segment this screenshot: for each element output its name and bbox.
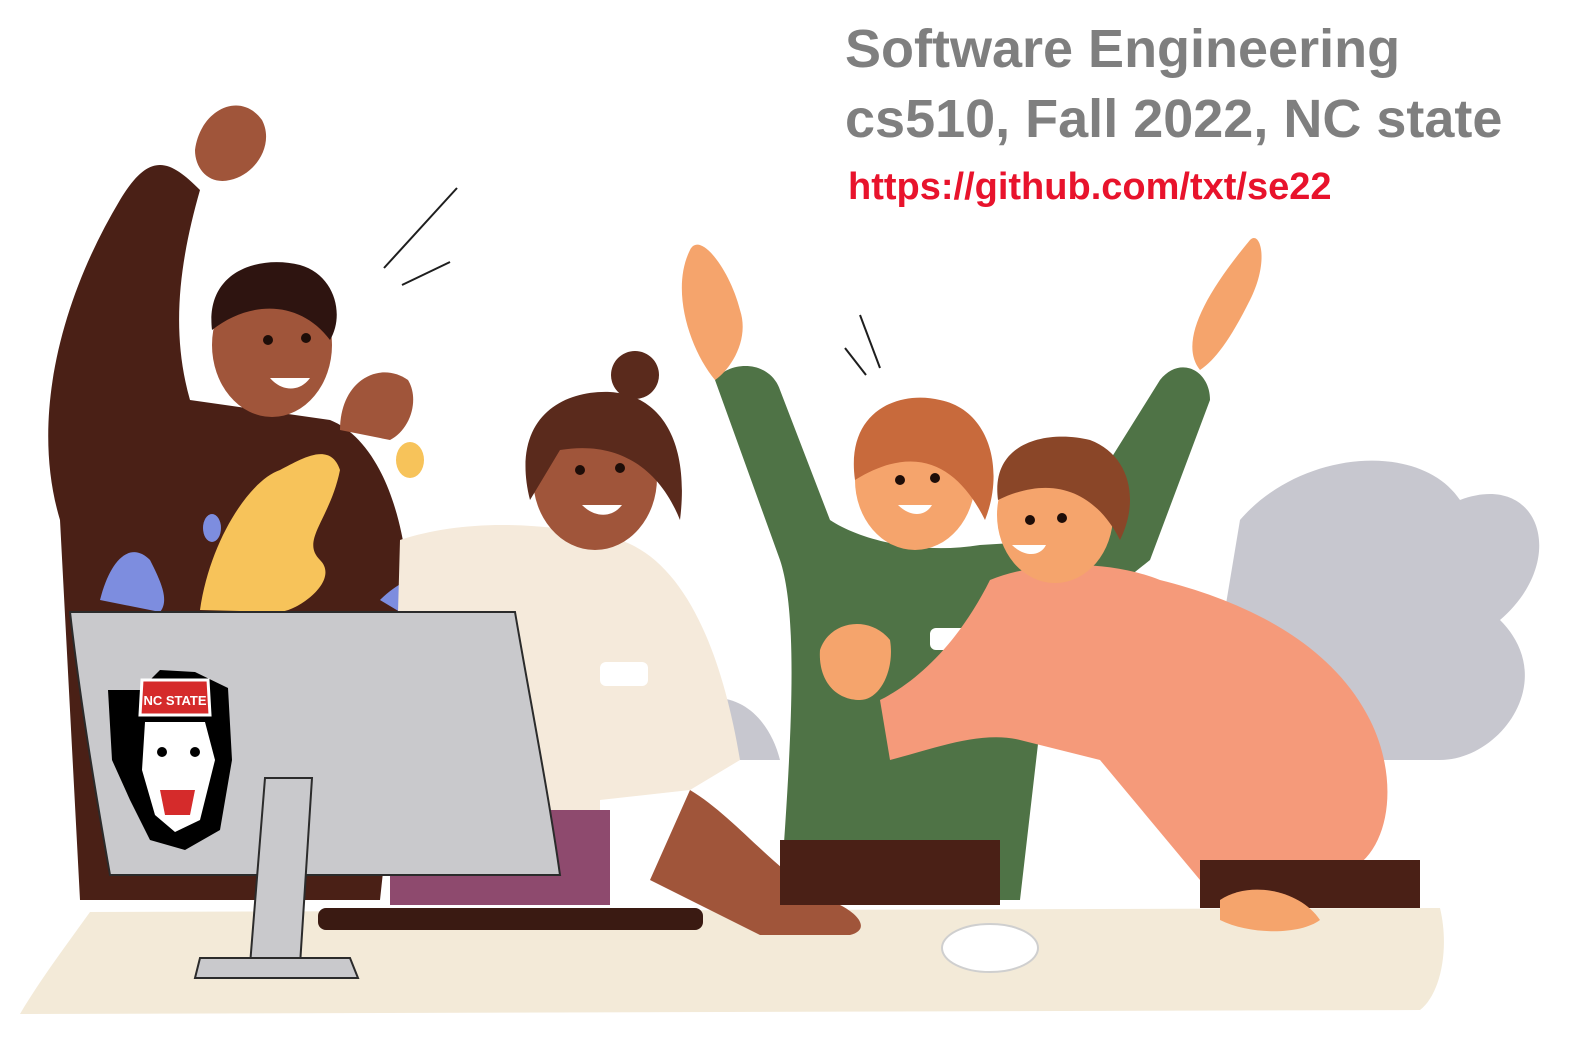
page-title: Software Engineering xyxy=(845,19,1401,79)
celebration-lines xyxy=(383,187,881,376)
keyboard xyxy=(318,908,703,930)
logo-text: NC STATE xyxy=(143,693,206,708)
course-subtitle: cs510, Fall 2022, NC state xyxy=(845,89,1503,149)
team-illustration: NC STATE xyxy=(20,105,1540,1014)
mouse xyxy=(941,923,1039,973)
github-link[interactable]: https://github.com/txt/se22 xyxy=(848,166,1331,209)
